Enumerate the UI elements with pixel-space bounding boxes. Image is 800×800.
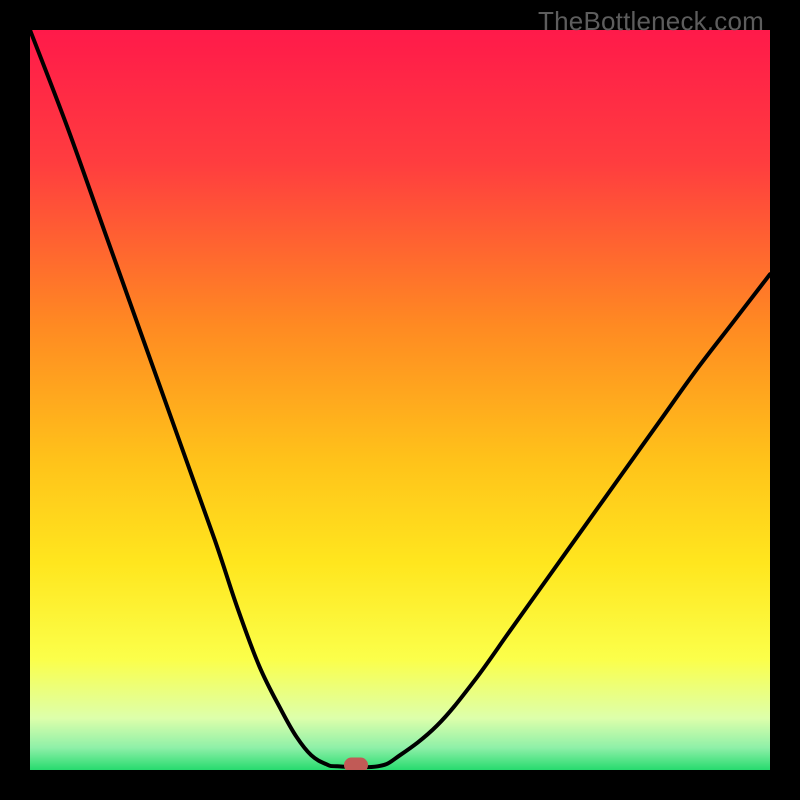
plot-area [30,30,770,770]
bottleneck-curve [30,30,770,770]
chart-frame: TheBottleneck.com [0,0,800,800]
watermark-text: TheBottleneck.com [538,6,764,37]
